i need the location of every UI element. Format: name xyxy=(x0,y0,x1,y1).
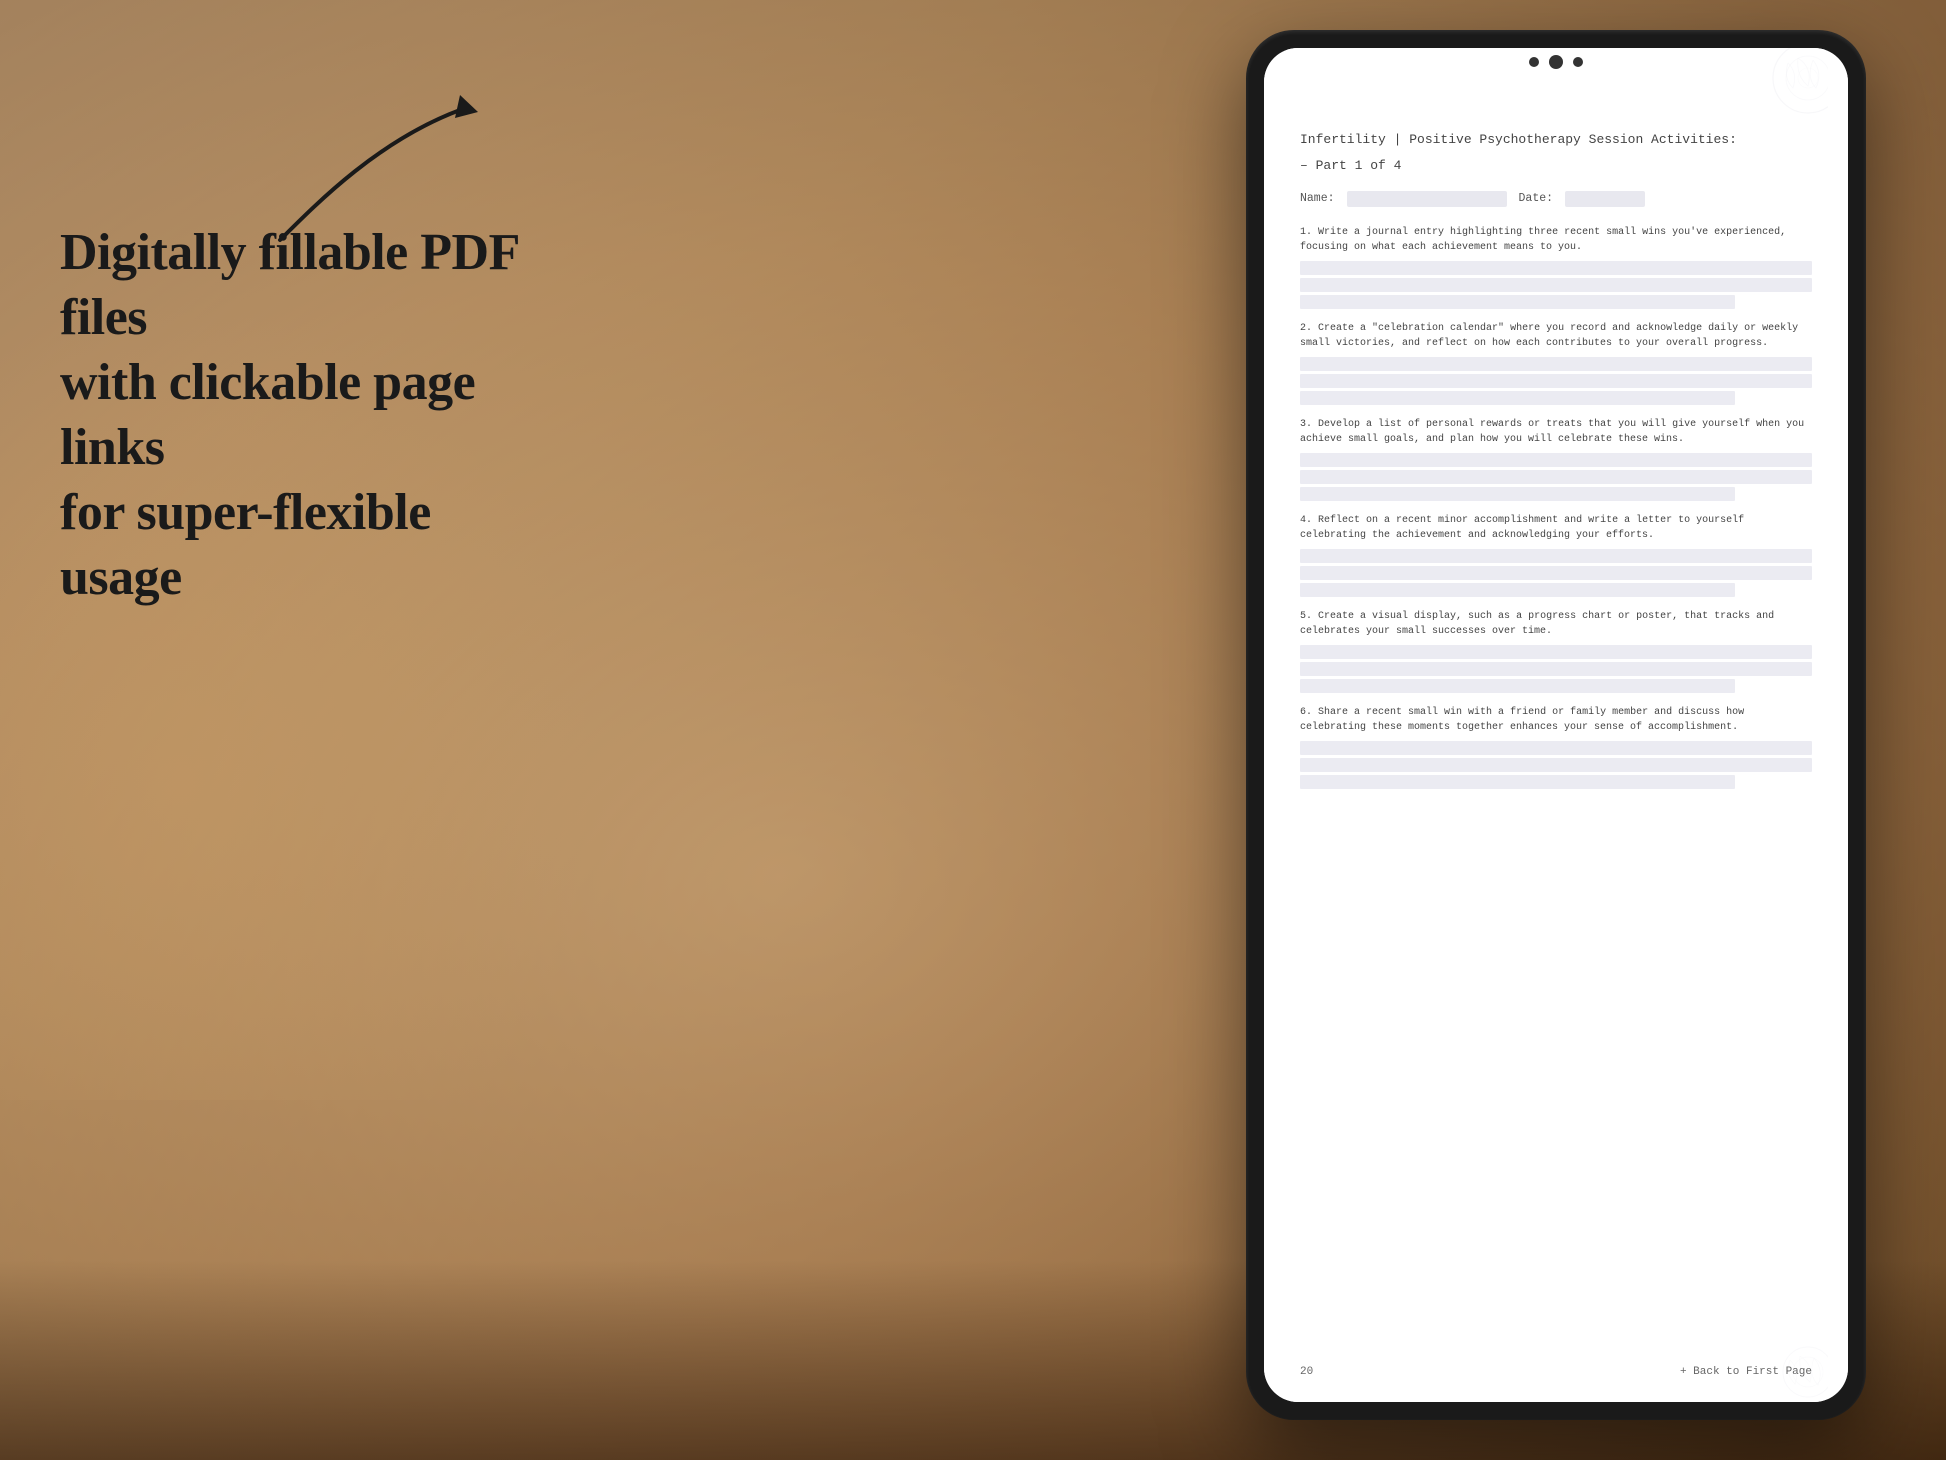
watermark-bottom xyxy=(1264,1342,1848,1402)
question-4-answer[interactable] xyxy=(1300,549,1812,597)
question-1-text: 1. Write a journal entry highlighting th… xyxy=(1300,225,1812,256)
answer-line[interactable] xyxy=(1300,758,1812,772)
question-2-answer[interactable] xyxy=(1300,357,1812,405)
document-title: Infertility | Positive Psychotherapy Ses… xyxy=(1300,130,1812,150)
answer-line[interactable] xyxy=(1300,391,1735,405)
question-5: 5. Create a visual display, such as a pr… xyxy=(1300,609,1812,693)
name-date-row: Name: Date: xyxy=(1300,191,1812,207)
question-6: 6. Share a recent small win with a frien… xyxy=(1300,705,1812,789)
promo-text-block: Digitally fillable PDF files with clicka… xyxy=(60,220,540,610)
answer-line[interactable] xyxy=(1300,453,1812,467)
question-5-answer[interactable] xyxy=(1300,645,1812,693)
tablet: Infertility | Positive Psychotherapy Ses… xyxy=(1246,30,1866,1420)
answer-line[interactable] xyxy=(1300,549,1812,563)
question-3: 3. Develop a list of personal rewards or… xyxy=(1300,417,1812,501)
name-input-field[interactable] xyxy=(1347,191,1507,207)
answer-line[interactable] xyxy=(1300,357,1812,371)
tablet-screen: Infertility | Positive Psychotherapy Ses… xyxy=(1264,48,1848,1402)
name-label: Name: xyxy=(1300,192,1335,205)
pdf-document: Infertility | Positive Psychotherapy Ses… xyxy=(1264,48,1848,1402)
date-label: Date: xyxy=(1519,192,1554,205)
promo-heading: Digitally fillable PDF files with clicka… xyxy=(60,220,540,610)
answer-line[interactable] xyxy=(1300,278,1812,292)
question-6-text: 6. Share a recent small win with a frien… xyxy=(1300,705,1812,736)
camera-dot-2 xyxy=(1573,57,1583,67)
document-subtitle: – Part 1 of 4 xyxy=(1300,158,1812,173)
tablet-camera-bar xyxy=(1496,48,1616,76)
camera-sensor xyxy=(1549,55,1563,69)
question-4: 4. Reflect on a recent minor accomplishm… xyxy=(1300,513,1812,597)
answer-line[interactable] xyxy=(1300,295,1735,309)
answer-line[interactable] xyxy=(1300,566,1812,580)
question-1: 1. Write a journal entry highlighting th… xyxy=(1300,225,1812,309)
answer-line[interactable] xyxy=(1300,679,1735,693)
question-6-answer[interactable] xyxy=(1300,741,1812,789)
question-3-text: 3. Develop a list of personal rewards or… xyxy=(1300,417,1812,448)
answer-line[interactable] xyxy=(1300,487,1735,501)
answer-line[interactable] xyxy=(1300,775,1735,789)
question-2-text: 2. Create a "celebration calendar" where… xyxy=(1300,321,1812,352)
question-2: 2. Create a "celebration calendar" where… xyxy=(1300,321,1812,405)
answer-line[interactable] xyxy=(1300,470,1812,484)
question-4-text: 4. Reflect on a recent minor accomplishm… xyxy=(1300,513,1812,544)
camera-dot-1 xyxy=(1529,57,1539,67)
answer-line[interactable] xyxy=(1300,662,1812,676)
tablet-outer-frame: Infertility | Positive Psychotherapy Ses… xyxy=(1246,30,1866,1420)
answer-line[interactable] xyxy=(1300,261,1812,275)
answer-line[interactable] xyxy=(1300,741,1812,755)
question-1-answer[interactable] xyxy=(1300,261,1812,309)
answer-line[interactable] xyxy=(1300,583,1735,597)
question-3-answer[interactable] xyxy=(1300,453,1812,501)
date-input-field[interactable] xyxy=(1565,191,1645,207)
answer-line[interactable] xyxy=(1300,645,1812,659)
answer-line[interactable] xyxy=(1300,374,1812,388)
question-5-text: 5. Create a visual display, such as a pr… xyxy=(1300,609,1812,640)
